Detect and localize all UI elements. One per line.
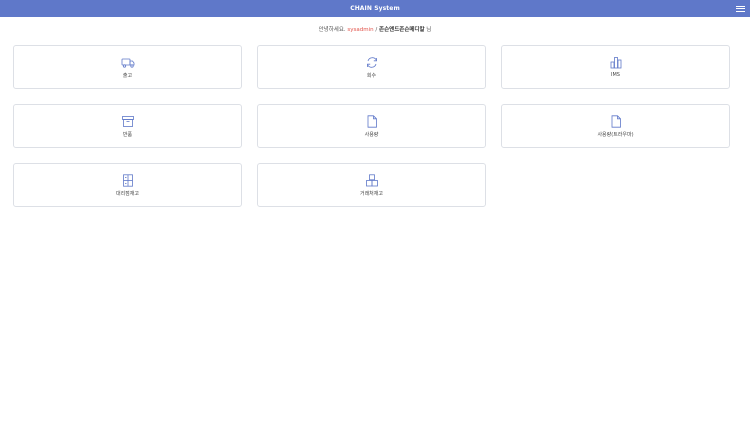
tile-usage-trauma[interactable]: 사용량(트라우마)	[501, 104, 730, 148]
tile-label: 대리점재고	[115, 190, 139, 197]
tile-recall[interactable]: 회수	[257, 45, 486, 89]
tile-label: 반품	[122, 131, 133, 138]
greeting-suffix: 님	[424, 27, 432, 33]
tile-client-inventory[interactable]: 거래처재고	[257, 163, 486, 207]
hamburger-menu-icon[interactable]	[736, 4, 745, 13]
tile-label: IMS	[611, 72, 620, 78]
tile-label: 출고	[122, 72, 133, 79]
document-icon	[609, 114, 623, 128]
tile-return[interactable]: 반품	[13, 104, 242, 148]
greeting-username: sysadmin	[347, 27, 374, 33]
truck-icon	[121, 56, 135, 69]
greeting-prefix: 안녕하세요.	[318, 27, 348, 33]
greeting-bar: 안녕하세요. sysadmin / 존슨앤드존슨메디칼 님	[0, 25, 750, 33]
greeting-organization: 존슨앤드존슨메디칼	[379, 27, 425, 33]
tile-label: 거래처재고	[359, 190, 383, 197]
bar-chart-icon	[609, 56, 623, 69]
tile-shipment[interactable]: 출고	[13, 45, 242, 89]
archive-box-icon	[121, 115, 135, 128]
tile-label: 회수	[366, 72, 377, 79]
tile-dealer-inventory[interactable]: 대리점재고	[13, 163, 242, 207]
document-icon	[365, 114, 379, 128]
tile-label: 사용량(트라우마)	[597, 131, 634, 138]
refresh-icon	[365, 56, 379, 69]
shelf-inventory-icon	[121, 173, 135, 187]
app-title: CHAIN System	[350, 5, 400, 12]
app-header: CHAIN System	[0, 0, 750, 17]
tile-usage[interactable]: 사용량	[257, 104, 486, 148]
tile-label: 사용량	[364, 131, 379, 138]
tile-ims[interactable]: IMS	[501, 45, 730, 89]
stacked-boxes-icon	[365, 173, 379, 187]
